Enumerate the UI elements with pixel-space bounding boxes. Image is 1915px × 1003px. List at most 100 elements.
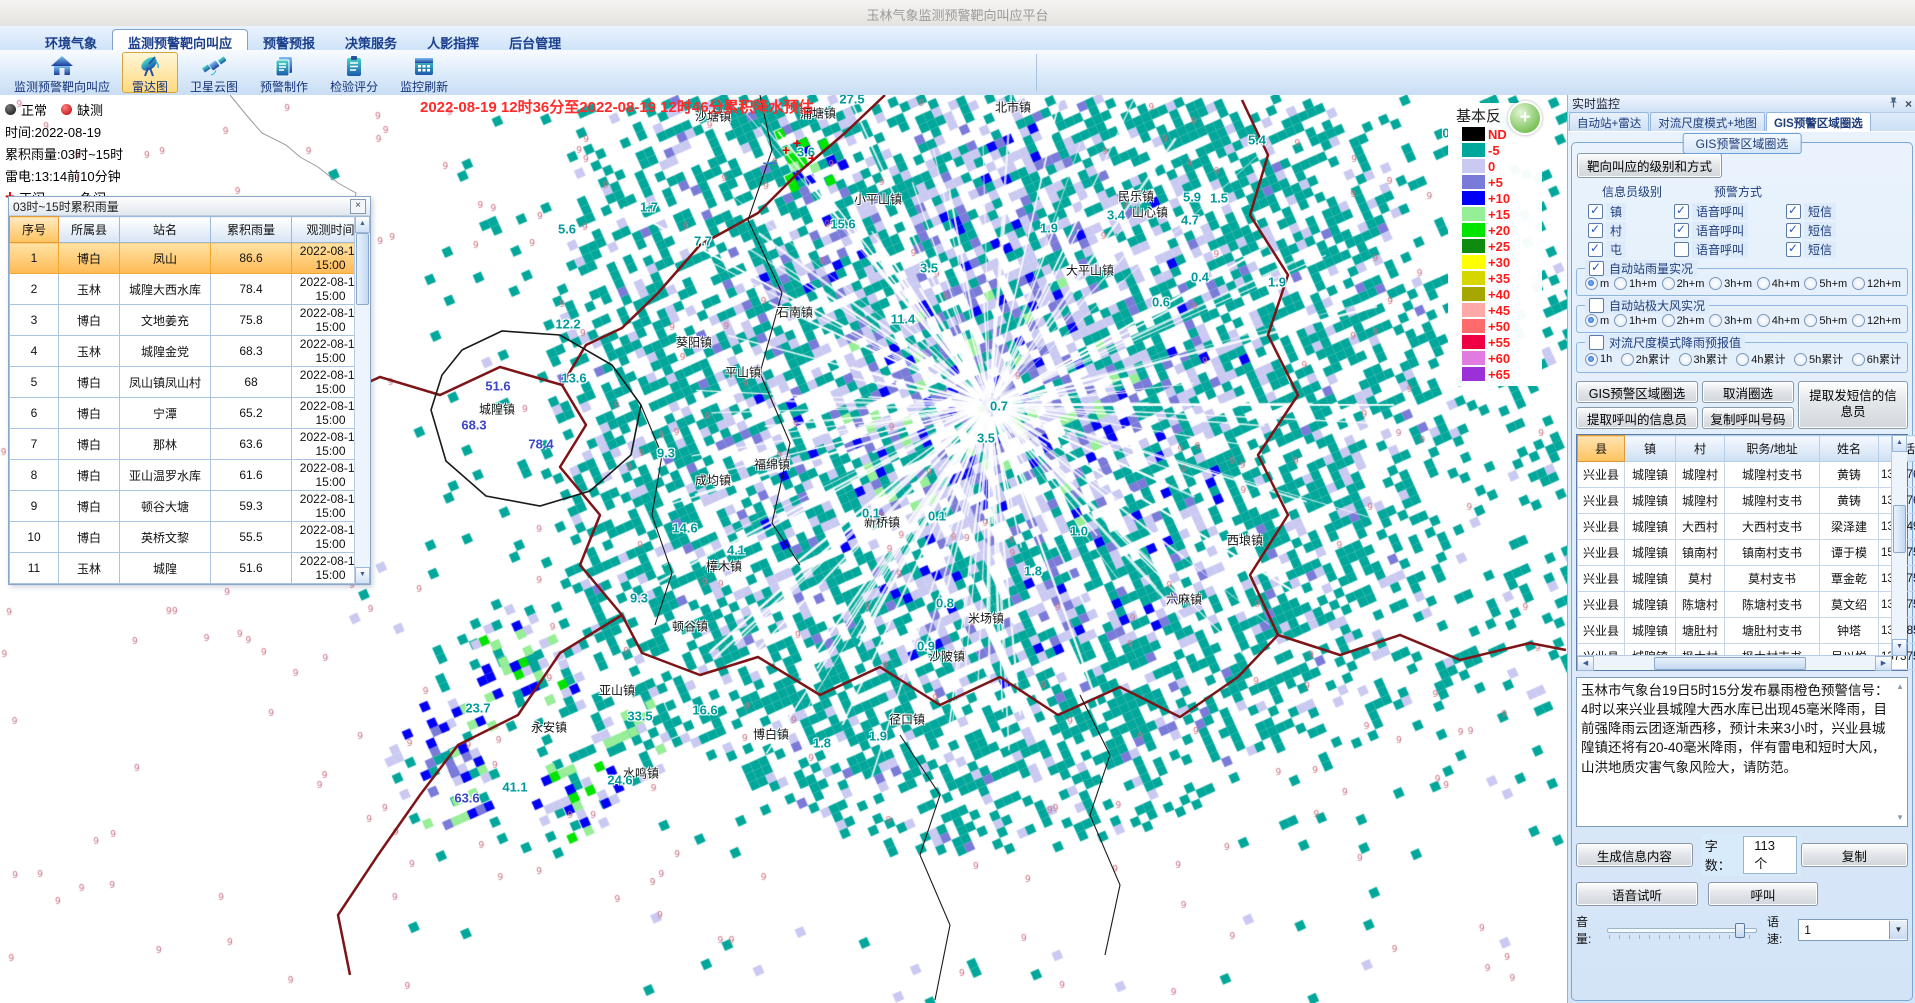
- table-row[interactable]: 兴业县城隍镇大西村大西村支书梁泽建130149571: [1578, 514, 1915, 540]
- scroll-up-icon[interactable]: ▲: [1892, 435, 1907, 452]
- toolbar-item-radar[interactable]: 雷达图: [122, 52, 178, 93]
- scroll-left-icon[interactable]: ◀: [1577, 656, 1594, 671]
- checkbox[interactable]: [1674, 242, 1689, 257]
- radio-button[interactable]: [1709, 277, 1722, 290]
- radio-button[interactable]: [1662, 314, 1675, 327]
- radio-option[interactable]: 5h累计: [1794, 351, 1843, 367]
- scroll-right-icon[interactable]: ▶: [1875, 656, 1892, 671]
- radio-button[interactable]: [1852, 353, 1865, 366]
- scroll-thumb[interactable]: [1654, 657, 1806, 670]
- toolbar-item-satellite[interactable]: 卫星云图: [180, 52, 248, 93]
- rain-col-header[interactable]: 序号: [10, 217, 59, 243]
- contacts-hscrollbar[interactable]: ◀ ▶: [1577, 655, 1892, 670]
- toolbar-item-calendar[interactable]: 监控刷新: [390, 52, 458, 93]
- contacts-col-header[interactable]: 村: [1676, 436, 1725, 462]
- radio-button[interactable]: [1804, 277, 1817, 290]
- checkbox[interactable]: [1588, 223, 1603, 238]
- radio-button[interactable]: [1614, 277, 1627, 290]
- table-row[interactable]: 9博白顿谷大塘59.32022-08-19 15:00: [10, 491, 370, 522]
- panel-tab[interactable]: GIS预警区域圈选: [1766, 112, 1871, 133]
- contacts-col-header[interactable]: 镇: [1625, 436, 1676, 462]
- scroll-down-icon[interactable]: ▼: [1896, 812, 1904, 823]
- radio-option[interactable]: 2h+m: [1662, 277, 1705, 290]
- radio-option[interactable]: 2h累计: [1621, 351, 1670, 367]
- scroll-up-icon[interactable]: ▲: [1896, 681, 1904, 692]
- rain-table-scrollbar[interactable]: ▲ ▼: [354, 216, 370, 584]
- scroll-thumb[interactable]: [1893, 505, 1906, 553]
- contacts-col-header[interactable]: 职务/地址: [1725, 436, 1820, 462]
- radio-option[interactable]: 4h+m: [1757, 314, 1800, 327]
- table-row[interactable]: 4玉林城隍金党68.32022-08-19 15:00: [10, 336, 370, 367]
- table-row[interactable]: 2玉林城隍大西水库78.42022-08-19 15:00: [10, 274, 370, 305]
- radio-button[interactable]: [1804, 314, 1817, 327]
- checkbox[interactable]: [1589, 298, 1604, 313]
- warning-message-textarea[interactable]: 玉林市气象台19日5时15分发布暴雨橙色预警信号：4时以来兴业县城隍大西水库已出…: [1576, 677, 1908, 827]
- close-icon[interactable]: ×: [1905, 98, 1912, 110]
- radio-button[interactable]: [1709, 314, 1722, 327]
- close-icon[interactable]: ×: [350, 199, 366, 214]
- table-row[interactable]: 兴业县城隍镇镇南村镇南村支书谭于模151775946: [1578, 540, 1915, 566]
- toolbar-item-clipboard[interactable]: 检验评分: [320, 52, 388, 93]
- radio-option[interactable]: 1h+m: [1614, 314, 1657, 327]
- radio-option[interactable]: 4h累计: [1736, 351, 1785, 367]
- checkbox[interactable]: [1589, 261, 1604, 276]
- rain-col-header[interactable]: 所属县: [59, 217, 120, 243]
- table-row[interactable]: 兴业县城隍镇莫村莫村支书覃金乾134575405: [1578, 566, 1915, 592]
- radio-button[interactable]: [1757, 314, 1770, 327]
- radio-button[interactable]: [1621, 353, 1634, 366]
- radio-option[interactable]: 5h+m: [1804, 277, 1847, 290]
- contacts-col-header[interactable]: 县: [1578, 436, 1625, 462]
- scroll-thumb[interactable]: [356, 233, 369, 305]
- radio-button[interactable]: [1736, 353, 1749, 366]
- copy-button[interactable]: 复制: [1801, 843, 1908, 867]
- table-row[interactable]: 兴业县城隍镇塘肚村塘肚村支书钟塔137885534: [1578, 618, 1915, 644]
- table-row[interactable]: 7博白那林63.62022-08-19 15:00: [10, 429, 370, 460]
- checkbox[interactable]: [1674, 204, 1689, 219]
- extract-sms-informers-button[interactable]: 提取发短信的信息员: [1798, 381, 1908, 429]
- checkbox[interactable]: [1786, 204, 1801, 219]
- table-row[interactable]: 6博白宁潭65.22022-08-19 15:00: [10, 398, 370, 429]
- radio-option[interactable]: 1h: [1585, 353, 1612, 366]
- radio-button[interactable]: [1852, 314, 1865, 327]
- radio-option[interactable]: 12h+m: [1852, 314, 1901, 327]
- extract-call-informers-button[interactable]: 提取呼叫的信息员: [1576, 407, 1698, 429]
- rain-col-header[interactable]: 站名: [120, 217, 211, 243]
- checkbox[interactable]: [1786, 242, 1801, 257]
- radio-button[interactable]: [1585, 277, 1598, 290]
- contacts-col-header[interactable]: 姓名: [1820, 436, 1879, 462]
- legend-plus-button[interactable]: +: [1508, 101, 1542, 135]
- radio-option[interactable]: 3h累计: [1679, 351, 1728, 367]
- rain-col-header[interactable]: 累积雨量: [211, 217, 292, 243]
- slider-thumb[interactable]: [1735, 923, 1745, 938]
- radio-option[interactable]: m: [1585, 314, 1609, 327]
- voice-preview-button[interactable]: 语音试听: [1576, 882, 1698, 906]
- checkbox[interactable]: [1786, 223, 1801, 238]
- radio-button[interactable]: [1679, 353, 1692, 366]
- generate-message-button[interactable]: 生成信息内容: [1576, 843, 1693, 867]
- contacts-vscrollbar[interactable]: ▲ ▼: [1891, 435, 1907, 656]
- scroll-up-icon[interactable]: ▲: [355, 216, 370, 233]
- radio-option[interactable]: 1h+m: [1614, 277, 1657, 290]
- pin-icon[interactable]: [1888, 97, 1899, 110]
- checkbox[interactable]: [1588, 242, 1603, 257]
- speed-select[interactable]: 1 ▼: [1798, 919, 1908, 941]
- radio-button[interactable]: [1757, 277, 1770, 290]
- table-row[interactable]: 兴业县城隍镇陈塘村陈塘村支书莫文绍139775796: [1578, 592, 1915, 618]
- table-row[interactable]: 11玉林城隍51.62022-08-19 15:00: [10, 553, 370, 584]
- table-row[interactable]: 10博白英桥文黎55.52022-08-19 15:00: [10, 522, 370, 553]
- radio-button[interactable]: [1794, 353, 1807, 366]
- radio-button[interactable]: [1614, 314, 1627, 327]
- radio-button[interactable]: [1585, 314, 1598, 327]
- gis-select-button[interactable]: GIS预警区域圈选: [1576, 381, 1698, 403]
- radio-option[interactable]: m: [1585, 277, 1609, 290]
- scroll-down-icon[interactable]: ▼: [355, 567, 370, 584]
- checkbox[interactable]: [1674, 223, 1689, 238]
- radio-option[interactable]: 6h累计: [1852, 351, 1901, 367]
- radio-button[interactable]: [1585, 353, 1598, 366]
- call-button[interactable]: 呼叫: [1708, 882, 1818, 906]
- copy-call-numbers-button[interactable]: 复制呼叫号码: [1702, 407, 1794, 429]
- call-level-button[interactable]: 靶向叫应的级别和方式: [1577, 153, 1722, 178]
- volume-slider[interactable]: [1607, 921, 1757, 939]
- radio-option[interactable]: 5h+m: [1804, 314, 1847, 327]
- checkbox[interactable]: [1588, 204, 1603, 219]
